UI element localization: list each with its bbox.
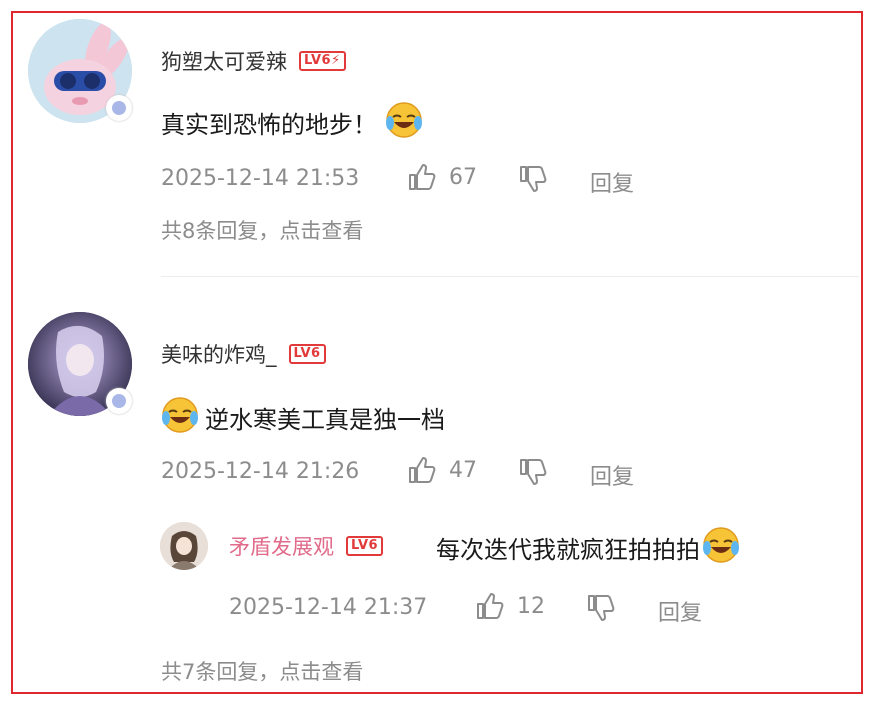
level-badge: LV6: [288, 344, 326, 364]
username[interactable]: 美味的炸鸡_: [161, 339, 277, 369]
lightning-icon: ⚡: [331, 53, 341, 68]
reply-button[interactable]: 回复: [658, 595, 702, 627]
reply-text: 每次迭代我就疯狂拍拍拍: [436, 535, 700, 564]
dislike-button[interactable]: [586, 593, 616, 627]
reply-body: 每次迭代我就疯狂拍拍拍: [436, 526, 740, 568]
level-badge: LV6: [346, 536, 384, 556]
reply-header: 矛盾发展观 LV6: [229, 531, 384, 561]
like-button[interactable]: 67: [407, 162, 477, 192]
like-button[interactable]: 12: [475, 591, 545, 621]
timestamp: 2025-12-14 21:53: [161, 166, 360, 191]
reply-button[interactable]: 回复: [590, 459, 634, 491]
like-count: 12: [517, 593, 545, 619]
level-text: LV6: [304, 53, 332, 68]
dislike-button[interactable]: [518, 457, 548, 491]
thumbs-up-icon: [409, 457, 436, 483]
avatar[interactable]: [160, 522, 208, 570]
view-replies-link[interactable]: 共7条回复，点击查看: [161, 656, 363, 686]
like-count: 67: [449, 164, 477, 190]
reply-username[interactable]: 矛盾发展观: [229, 531, 334, 561]
level-badge: LV6⚡: [299, 51, 346, 71]
thumbs-up-icon: [477, 593, 504, 619]
thumbs-down-icon: [520, 166, 547, 192]
thumbs-up-icon: [409, 164, 436, 190]
username[interactable]: 狗塑太可爱辣: [161, 46, 287, 76]
comment-section-frame: [11, 11, 863, 694]
verified-badge-icon: [106, 95, 132, 121]
thumbs-down-icon: [520, 459, 547, 485]
reply-button[interactable]: 回复: [590, 166, 634, 198]
timestamp: 2025-12-14 21:26: [161, 459, 360, 484]
thumbs-down-icon: [588, 595, 615, 621]
laughing-crying-emoji-icon: [161, 396, 199, 438]
like-count: 47: [449, 457, 477, 483]
laughing-crying-emoji-icon: [385, 101, 423, 143]
like-button[interactable]: 47: [407, 455, 477, 485]
comment-header: 狗塑太可爱辣 LV6⚡: [161, 46, 346, 76]
comment-text: 逆水寒美工真是独一档: [205, 405, 445, 434]
dislike-button[interactable]: [518, 164, 548, 198]
timestamp: 2025-12-14 21:37: [229, 595, 428, 620]
verified-badge-icon: [106, 388, 132, 414]
reply-user-avatar-icon: [160, 522, 208, 570]
comment-text: 真实到恐怖的地步！: [161, 110, 377, 139]
comment-body: 真实到恐怖的地步！: [161, 101, 423, 143]
comment-header: 美味的炸鸡_ LV6: [161, 339, 326, 369]
laughing-crying-emoji-icon: [702, 526, 740, 568]
view-replies-link[interactable]: 共8条回复，点击查看: [161, 215, 363, 245]
divider: [161, 276, 859, 277]
comment-body: 逆水寒美工真是独一档: [161, 396, 445, 438]
